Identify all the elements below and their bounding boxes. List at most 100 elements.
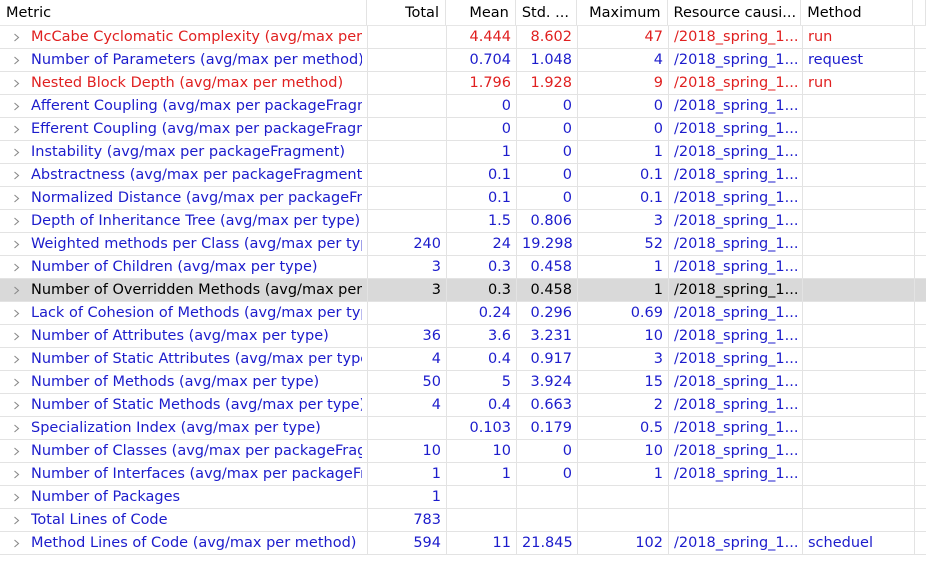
table-row[interactable]: Afferent Coupling (avg/max per packageFr… — [0, 95, 926, 118]
table-row[interactable]: Nested Block Depth (avg/max per method) 1… — [0, 72, 926, 95]
row-filler — [915, 118, 926, 141]
table-row[interactable]: Lack of Cohesion of Methods (avg/max per… — [0, 302, 926, 325]
metric-cell: Number of Parameters (avg/max per method… — [0, 49, 368, 72]
std-cell: 0.806 — [517, 210, 578, 233]
mean-cell: 1 — [447, 463, 517, 486]
table-row[interactable]: Number of Overridden Methods (avg/max pe… — [0, 279, 926, 302]
column-header-mean[interactable]: Mean — [446, 0, 516, 25]
maximum-cell — [578, 509, 669, 532]
table-row[interactable]: Number of Attributes (avg/max per type) 3… — [0, 325, 926, 348]
expand-chevron-icon[interactable] — [12, 332, 20, 340]
table-row[interactable]: Number of Static Methods (avg/max per ty… — [0, 394, 926, 417]
method-cell — [803, 348, 915, 371]
total-cell: 1 — [368, 486, 447, 509]
std-cell: 1.048 — [517, 49, 578, 72]
mean-cell: 3.6 — [447, 325, 517, 348]
column-header-total[interactable]: Total — [367, 0, 446, 25]
table-row[interactable]: Specialization Index (avg/max per type) 0… — [0, 417, 926, 440]
table-row[interactable]: Method Lines of Code (avg/max per method… — [0, 532, 926, 555]
row-filler — [915, 164, 926, 187]
expand-chevron-icon[interactable] — [12, 148, 20, 156]
expand-chevron-icon[interactable] — [12, 493, 20, 501]
expand-chevron-icon[interactable] — [12, 217, 20, 225]
expand-chevron-icon[interactable] — [12, 240, 20, 248]
expand-chevron-icon[interactable] — [12, 309, 20, 317]
total-cell — [368, 164, 447, 187]
method-cell — [803, 486, 915, 509]
expand-chevron-icon[interactable] — [12, 516, 20, 524]
metric-name: Specialization Index (avg/max per type) — [31, 419, 321, 436]
expand-chevron-icon[interactable] — [12, 378, 20, 386]
mean-cell: 0.3 — [447, 256, 517, 279]
table-row[interactable]: Normalized Distance (avg/max per package… — [0, 187, 926, 210]
std-cell: 0.458 — [517, 256, 578, 279]
method-cell — [803, 440, 915, 463]
table-row[interactable]: Number of Parameters (avg/max per method… — [0, 49, 926, 72]
expand-chevron-icon[interactable] — [12, 539, 20, 547]
metric-name: Number of Classes (avg/max per packageFr… — [31, 442, 362, 459]
std-cell: 0 — [517, 141, 578, 164]
total-cell — [368, 417, 447, 440]
expand-chevron-icon[interactable] — [12, 355, 20, 363]
metric-name: Lack of Cohesion of Methods (avg/max per… — [31, 304, 362, 321]
std-cell: 0 — [517, 440, 578, 463]
column-header-filler — [913, 0, 926, 25]
metric-cell: Weighted methods per Class (avg/max per … — [0, 233, 368, 256]
total-cell: 1 — [368, 463, 447, 486]
table-row[interactable]: Number of Methods (avg/max per type) 50 5 3… — [0, 371, 926, 394]
column-header-metric[interactable]: Metric — [0, 0, 368, 25]
total-cell — [368, 187, 447, 210]
expand-chevron-icon[interactable] — [12, 102, 20, 110]
method-cell: run — [803, 72, 915, 95]
table-row[interactable]: Number of Packages 1 — [0, 486, 926, 509]
table-row[interactable]: Weighted methods per Class (avg/max per … — [0, 233, 926, 256]
expand-chevron-icon[interactable] — [12, 125, 20, 133]
expand-chevron-icon[interactable] — [12, 171, 20, 179]
column-header-method[interactable]: Method — [801, 0, 914, 25]
column-header-std[interactable]: Std. ... — [516, 0, 577, 25]
expand-chevron-icon[interactable] — [12, 401, 20, 409]
table-row[interactable]: Efferent Coupling (avg/max per packageFr… — [0, 118, 926, 141]
std-cell: 0.917 — [517, 348, 578, 371]
metric-cell: Number of Static Methods (avg/max per ty… — [0, 394, 368, 417]
table-header: Metric Total Mean Std. ... Maximum Resou… — [0, 0, 926, 26]
total-cell: 3 — [368, 279, 447, 302]
maximum-cell: 1 — [578, 141, 669, 164]
expand-chevron-icon[interactable] — [12, 470, 20, 478]
expand-chevron-icon[interactable] — [12, 286, 20, 294]
expand-chevron-icon[interactable] — [12, 56, 20, 64]
table-row[interactable]: Instability (avg/max per packageFragment… — [0, 141, 926, 164]
expand-chevron-icon[interactable] — [12, 263, 20, 271]
expand-chevron-icon[interactable] — [12, 33, 20, 41]
expand-chevron-icon[interactable] — [12, 79, 20, 87]
maximum-cell: 3 — [578, 348, 669, 371]
metric-cell: Number of Children (avg/max per type) — [0, 256, 368, 279]
resource-cell: /2018_spring_1... — [669, 256, 803, 279]
mean-cell: 0 — [447, 118, 517, 141]
expand-chevron-icon[interactable] — [12, 447, 20, 455]
table-row[interactable]: Total Lines of Code 783 — [0, 509, 926, 532]
expand-chevron-icon[interactable] — [12, 194, 20, 202]
method-cell — [803, 233, 915, 256]
method-cell — [803, 302, 915, 325]
table-row[interactable]: Number of Classes (avg/max per packageFr… — [0, 440, 926, 463]
table-row[interactable]: Number of Interfaces (avg/max per packag… — [0, 463, 926, 486]
method-cell — [803, 279, 915, 302]
mean-cell: 0.704 — [447, 49, 517, 72]
row-filler — [915, 26, 926, 49]
mean-cell: 10 — [447, 440, 517, 463]
table-row[interactable]: Number of Children (avg/max per type) 3 0.… — [0, 256, 926, 279]
expand-chevron-icon[interactable] — [12, 424, 20, 432]
table-row[interactable]: McCabe Cyclomatic Complexity (avg/max pe… — [0, 26, 926, 49]
maximum-cell: 10 — [578, 325, 669, 348]
row-filler — [915, 141, 926, 164]
column-header-maximum[interactable]: Maximum — [577, 0, 668, 25]
metrics-table: Metric Total Mean Std. ... Maximum Resou… — [0, 0, 926, 563]
std-cell: 0 — [517, 164, 578, 187]
column-header-resource[interactable]: Resource causi... — [668, 0, 802, 25]
total-cell — [368, 141, 447, 164]
table-row[interactable]: Number of Static Attributes (avg/max per… — [0, 348, 926, 371]
table-row[interactable]: Abstractness (avg/max per packageFragmen… — [0, 164, 926, 187]
row-filler — [915, 325, 926, 348]
table-row[interactable]: Depth of Inheritance Tree (avg/max per t… — [0, 210, 926, 233]
